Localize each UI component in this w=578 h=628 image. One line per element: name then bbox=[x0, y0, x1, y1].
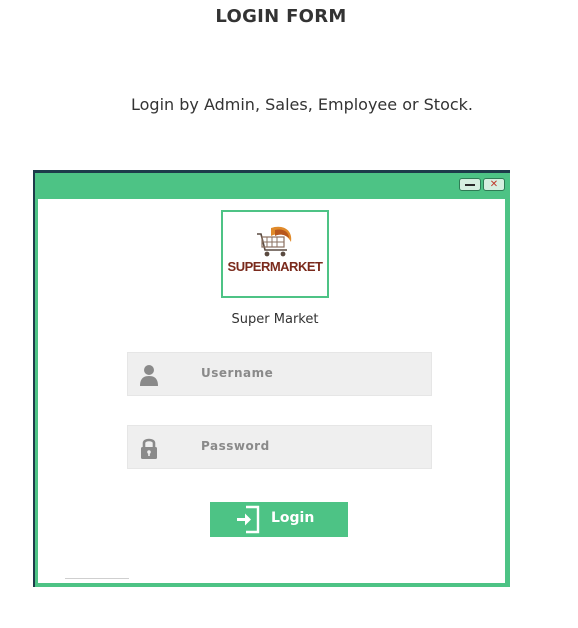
logo-text: SUPERMARKET bbox=[227, 259, 323, 274]
divider bbox=[65, 578, 129, 579]
username-input[interactable]: Username bbox=[201, 366, 273, 380]
lock-icon bbox=[141, 438, 157, 459]
login-button-label: Login bbox=[271, 510, 315, 526]
username-field[interactable]: Username bbox=[127, 352, 432, 396]
page-heading: LOGIN FORM bbox=[215, 6, 347, 27]
supermarket-logo: SUPERMARKET bbox=[221, 210, 329, 298]
page-subheading: Login by Admin, Sales, Employee or Stock… bbox=[130, 95, 474, 114]
login-button[interactable]: Login bbox=[210, 502, 348, 537]
close-button[interactable]: ✕ bbox=[483, 178, 505, 191]
shopping-cart-icon bbox=[257, 226, 292, 257]
page: LOGIN FORM Login by Admin, Sales, Employ… bbox=[0, 0, 578, 628]
minimize-icon bbox=[465, 183, 475, 186]
login-icon bbox=[237, 505, 260, 534]
close-icon: ✕ bbox=[489, 178, 499, 190]
login-panel: SUPERMARKET Super Market Username Passwo… bbox=[38, 199, 505, 583]
password-field[interactable]: Password bbox=[127, 425, 432, 469]
brand-label: Super Market bbox=[231, 312, 319, 327]
user-icon bbox=[140, 365, 158, 386]
password-input[interactable]: Password bbox=[201, 439, 270, 453]
minimize-button[interactable] bbox=[459, 178, 481, 191]
window-titlebar[interactable]: ✕ bbox=[35, 173, 510, 199]
login-window: ✕ SUPERMARKET Super Market Username Pass… bbox=[33, 170, 510, 587]
